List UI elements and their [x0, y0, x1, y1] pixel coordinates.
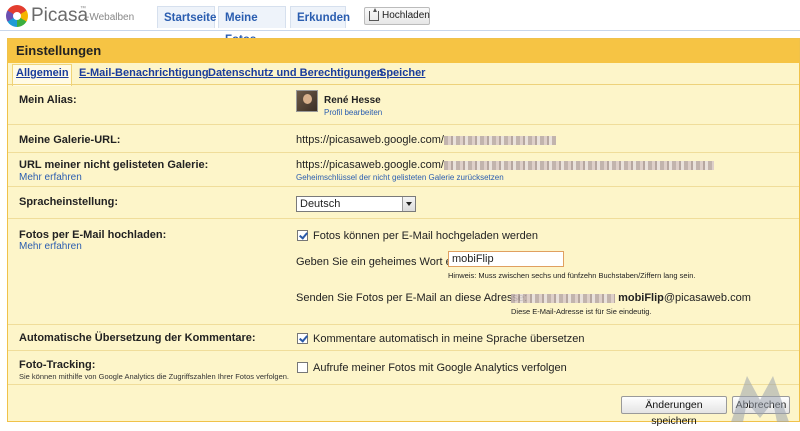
settings-header: Einstellungen — [8, 39, 799, 63]
upload-icon — [369, 8, 379, 21]
redacted-email-part — [511, 293, 615, 303]
auto-translate-row: Automatische Übersetzung der Kommentare:… — [8, 325, 799, 351]
email-learn-more-link[interactable]: Mehr erfahren — [19, 241, 82, 252]
email-upload-row: Fotos per E-Mail hochladen: Mehr erfahre… — [8, 219, 799, 325]
save-button[interactable]: Änderungen speichern — [621, 396, 727, 427]
alias-name: René Hesse — [324, 95, 381, 106]
picasa-logo-icon[interactable] — [6, 5, 28, 27]
redacted-url-part — [443, 135, 556, 145]
language-row: Spracheinstellung: Deutsch — [8, 187, 799, 219]
tab-erkunden[interactable]: Erkunden — [290, 6, 350, 28]
auto-translate-checkbox-label: Kommentare automatisch in meine Sprache … — [313, 333, 585, 345]
settings-panel: Einstellungen Allgemein E-Mail-Benachric… — [7, 38, 800, 427]
reset-secret-key-link[interactable]: Geheimschlüssel der nicht gelisteten Gal… — [296, 173, 504, 182]
send-address-label: Senden Sie Fotos per E-Mail an diese Adr… — [296, 292, 528, 304]
unlisted-url-row: URL meiner nicht gelisteten Galerie: Meh… — [8, 153, 799, 187]
tracking-checkbox[interactable] — [297, 362, 308, 373]
alias-row: Mein Alias: René Hesse Profil bearbeiten — [8, 85, 799, 125]
auto-translate-checkbox[interactable] — [297, 333, 308, 344]
email-domain: @picasaweb.com — [663, 292, 751, 304]
brand-subtitle: -Webalben — [86, 12, 135, 23]
unlisted-url-text: https://picasaweb.google.com/ — [296, 159, 444, 171]
language-label: Spracheinstellung: — [19, 196, 119, 208]
unlisted-url-label: URL meiner nicht gelisteten Galerie: — [19, 159, 209, 171]
upload-button-label: Hochladen — [382, 10, 430, 21]
gallery-url-label: Meine Galerie-URL: — [19, 134, 121, 146]
gallery-url-row: Meine Galerie-URL: https://picasaweb.goo… — [8, 125, 799, 153]
unlisted-learn-more-link[interactable]: Mehr erfahren — [19, 172, 82, 183]
top-bar: Picasa ™ -Webalben Startseite Meine Foto… — [0, 0, 800, 46]
tracking-row: Foto-Tracking: Sie können mithilfe von G… — [8, 351, 799, 385]
email-prefix: mobiFlip — [618, 292, 664, 304]
gallery-url-text: https://picasaweb.google.com/ — [296, 134, 444, 146]
secret-word-input[interactable] — [448, 251, 564, 267]
tab-datenschutz[interactable]: Datenschutz und Berechtigungen — [208, 67, 383, 79]
language-select[interactable]: Deutsch — [296, 196, 416, 212]
upload-email-address[interactable]: mobiFlip@picasaweb.com — [511, 292, 751, 304]
tracking-note: Sie können mithilfe von Google Analytics… — [19, 372, 290, 381]
tab-email-benachrichtigung[interactable]: E-Mail-Benachrichtigung — [79, 67, 209, 79]
secret-word-label: Geben Sie ein geheimes Wort ein: — [296, 256, 464, 268]
page-title: Einstellungen — [16, 43, 102, 58]
avatar[interactable] — [296, 90, 318, 112]
tracking-label: Foto-Tracking: — [19, 359, 96, 371]
unlisted-url-value[interactable]: https://picasaweb.google.com/ — [296, 159, 714, 171]
edit-profile-link[interactable]: Profil bearbeiten — [324, 108, 382, 117]
tab-startseite[interactable]: Startseite — [157, 6, 216, 28]
watermark-logo-icon — [731, 376, 789, 422]
email-upload-label: Fotos per E-Mail hochladen: — [19, 229, 167, 241]
upload-button[interactable]: Hochladen — [364, 7, 430, 25]
redacted-url-part — [443, 160, 714, 170]
tab-allgemein[interactable]: Allgemein — [16, 67, 69, 79]
email-upload-checkbox-label: Fotos können per E-Mail hochgeladen werd… — [313, 230, 539, 242]
tab-speicher[interactable]: Speicher — [379, 67, 425, 79]
email-upload-checkbox[interactable] — [297, 230, 308, 241]
chevron-down-icon[interactable] — [402, 197, 415, 211]
tab-meine-fotos[interactable]: Meine Fotos — [218, 6, 286, 46]
settings-tabs: Allgemein E-Mail-Benachrichtigung Datens… — [8, 63, 799, 86]
secret-word-hint: Hinweis: Muss zwischen sechs und fünfzeh… — [448, 271, 696, 280]
language-selected: Deutsch — [300, 198, 341, 210]
gallery-url-value[interactable]: https://picasaweb.google.com/ — [296, 134, 556, 146]
address-unique-note: Diese E-Mail-Adresse ist für Sie eindeut… — [511, 307, 652, 316]
header-divider — [0, 30, 800, 31]
alias-label: Mein Alias: — [19, 94, 77, 106]
tracking-checkbox-label: Aufrufe meiner Fotos mit Google Analytic… — [313, 362, 567, 374]
auto-translate-label: Automatische Übersetzung der Kommentare: — [19, 332, 256, 344]
